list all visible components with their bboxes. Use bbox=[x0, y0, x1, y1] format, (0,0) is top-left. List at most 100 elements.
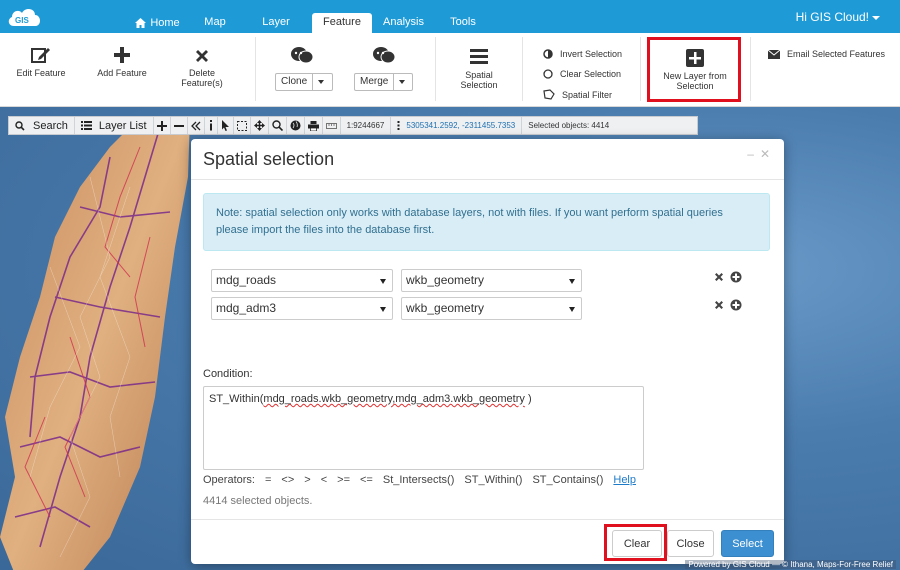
selected-objects-count: Selected objects: 4414 bbox=[528, 121, 610, 130]
condition-prefix: ST_Within( bbox=[209, 393, 264, 405]
operator-st-within[interactable]: ST_Within() bbox=[464, 474, 522, 486]
layer-select-2-value: mdg_adm3 bbox=[216, 301, 277, 315]
condition-arguments: mdg_roads.wkb_geometry,mdg_adm3.wkb_geom… bbox=[263, 393, 525, 405]
caret-down-icon bbox=[380, 279, 386, 284]
minimize-icon[interactable]: – bbox=[747, 147, 754, 161]
tab-home[interactable]: Home bbox=[125, 13, 190, 33]
spatial-selection-label-2: Selection bbox=[460, 80, 498, 90]
print-icon bbox=[307, 120, 319, 131]
info-button[interactable] bbox=[205, 117, 218, 134]
tab-map[interactable]: Map bbox=[190, 13, 240, 33]
layer-list-label: Layer List bbox=[98, 119, 147, 132]
add-row-icon[interactable] bbox=[730, 271, 742, 283]
spatial-selection-label-1: Spatial bbox=[465, 70, 493, 80]
remove-row-icon[interactable] bbox=[714, 300, 724, 310]
add-feature-button[interactable]: Add Feature bbox=[90, 46, 154, 78]
ruler-button[interactable] bbox=[323, 117, 341, 134]
tab-home-label: Home bbox=[150, 17, 180, 29]
caret-down-icon bbox=[380, 307, 386, 312]
operator-st-contains[interactable]: ST_Contains() bbox=[532, 474, 603, 486]
caret-down-icon bbox=[569, 279, 575, 284]
top-bar: GIS Home Map Layer Feature Analysis Tool… bbox=[0, 0, 900, 33]
adjust-icon bbox=[543, 49, 553, 59]
column-select-1[interactable]: wkb_geometry bbox=[401, 269, 582, 292]
delete-feature-button[interactable]: Delete Feature(s) bbox=[172, 48, 232, 88]
column-select-1-value: wkb_geometry bbox=[406, 273, 485, 287]
operator-gt[interactable]: > bbox=[304, 474, 310, 486]
column-select-2[interactable]: wkb_geometry bbox=[401, 297, 582, 320]
ribbon-divider bbox=[522, 37, 523, 101]
box-select-button[interactable] bbox=[234, 117, 251, 134]
invert-selection-button[interactable]: Invert Selection bbox=[543, 49, 622, 59]
cursor-icon bbox=[221, 120, 229, 131]
selected-count: 4414 selected objects. bbox=[203, 495, 313, 507]
zoom-out-button[interactable] bbox=[171, 117, 188, 134]
zoom-in-button[interactable] bbox=[154, 117, 171, 134]
pointer-button[interactable] bbox=[218, 117, 234, 134]
highlight-box bbox=[647, 37, 741, 102]
close-icon bbox=[196, 50, 208, 62]
dialog-title: Spatial selection bbox=[203, 149, 335, 169]
layer-select-2[interactable]: mdg_adm3 bbox=[211, 297, 393, 320]
gis-cloud-logo[interactable]: GIS bbox=[6, 4, 44, 30]
add-row-icon[interactable] bbox=[730, 299, 742, 311]
svg-text:GIS: GIS bbox=[15, 16, 29, 25]
operator-neq[interactable]: <> bbox=[281, 474, 294, 486]
pan-button[interactable] bbox=[251, 117, 269, 134]
edit-feature-button[interactable]: Edit Feature bbox=[10, 46, 72, 78]
highlight-box bbox=[604, 524, 667, 561]
add-feature-label: Add Feature bbox=[97, 68, 147, 78]
delete-feature-label-2: Feature(s) bbox=[181, 78, 223, 88]
operator-lte[interactable]: <= bbox=[360, 474, 373, 486]
globe-button[interactable] bbox=[287, 117, 305, 134]
dashed-square-icon bbox=[236, 120, 247, 131]
ruler-icon bbox=[325, 122, 337, 129]
condition-label: Condition: bbox=[203, 368, 253, 380]
spatial-filter-label: Spatial Filter bbox=[562, 89, 613, 100]
list-icon bbox=[470, 49, 488, 64]
double-chevron-left-icon bbox=[190, 121, 201, 130]
print-button[interactable] bbox=[305, 117, 323, 134]
cursor-coordinates: 5305341.2592, -2311455.7353 bbox=[391, 117, 523, 134]
zoom-icon bbox=[271, 120, 283, 131]
caret-down-icon bbox=[569, 307, 575, 312]
close-button[interactable]: Close bbox=[667, 530, 714, 557]
merge-dropdown[interactable]: Merge bbox=[354, 73, 413, 91]
layer-select-1-value: mdg_roads bbox=[216, 273, 277, 287]
condition-suffix: ) bbox=[524, 393, 532, 405]
envelope-icon bbox=[768, 49, 780, 59]
home-icon bbox=[135, 18, 147, 28]
remove-row-icon[interactable] bbox=[714, 272, 724, 282]
email-selected-features-button[interactable]: Email Selected Features bbox=[768, 49, 885, 59]
condition-textarea[interactable]: ST_Within(mdg_roads.wkb_geometry,mdg_adm… bbox=[203, 386, 644, 470]
select-button[interactable]: Select bbox=[721, 530, 774, 557]
search-button[interactable]: Search bbox=[9, 117, 75, 134]
clone-dropdown[interactable]: Clone bbox=[275, 73, 333, 91]
user-menu[interactable]: Hi GIS Cloud! bbox=[796, 10, 880, 24]
clear-selection-label: Clear Selection bbox=[560, 69, 622, 79]
search-label: Search bbox=[33, 119, 68, 132]
operator-gte[interactable]: >= bbox=[337, 474, 350, 486]
info-note: Note: spatial selection only works with … bbox=[203, 193, 770, 251]
globe-icon bbox=[290, 120, 301, 131]
close-icon[interactable]: ✕ bbox=[760, 147, 770, 161]
ribbon-divider bbox=[255, 37, 256, 101]
spatial-selection-button[interactable]: Spatial Selection bbox=[450, 48, 508, 90]
back-button[interactable] bbox=[188, 117, 205, 134]
clear-selection-button[interactable]: Clear Selection bbox=[543, 69, 621, 79]
operator-lt[interactable]: < bbox=[321, 474, 327, 486]
layer-list-button[interactable]: Layer List bbox=[75, 117, 154, 134]
zoom-box-button[interactable] bbox=[269, 117, 287, 134]
minus-icon bbox=[173, 124, 184, 127]
operator-st-intersects[interactable]: St_Intersects() bbox=[383, 474, 455, 486]
layer-select-1[interactable]: mdg_roads bbox=[211, 269, 393, 292]
tab-analysis[interactable]: Analysis bbox=[372, 13, 435, 33]
spatial-filter-button[interactable]: Spatial Filter bbox=[543, 89, 612, 100]
operator-eq[interactable]: = bbox=[265, 474, 271, 486]
help-link[interactable]: Help bbox=[613, 474, 636, 486]
tab-tools[interactable]: Tools bbox=[435, 13, 491, 33]
search-icon bbox=[15, 120, 25, 131]
tab-feature[interactable]: Feature bbox=[312, 13, 372, 33]
ribbon-divider bbox=[435, 37, 436, 101]
tab-layer[interactable]: Layer bbox=[240, 13, 312, 33]
